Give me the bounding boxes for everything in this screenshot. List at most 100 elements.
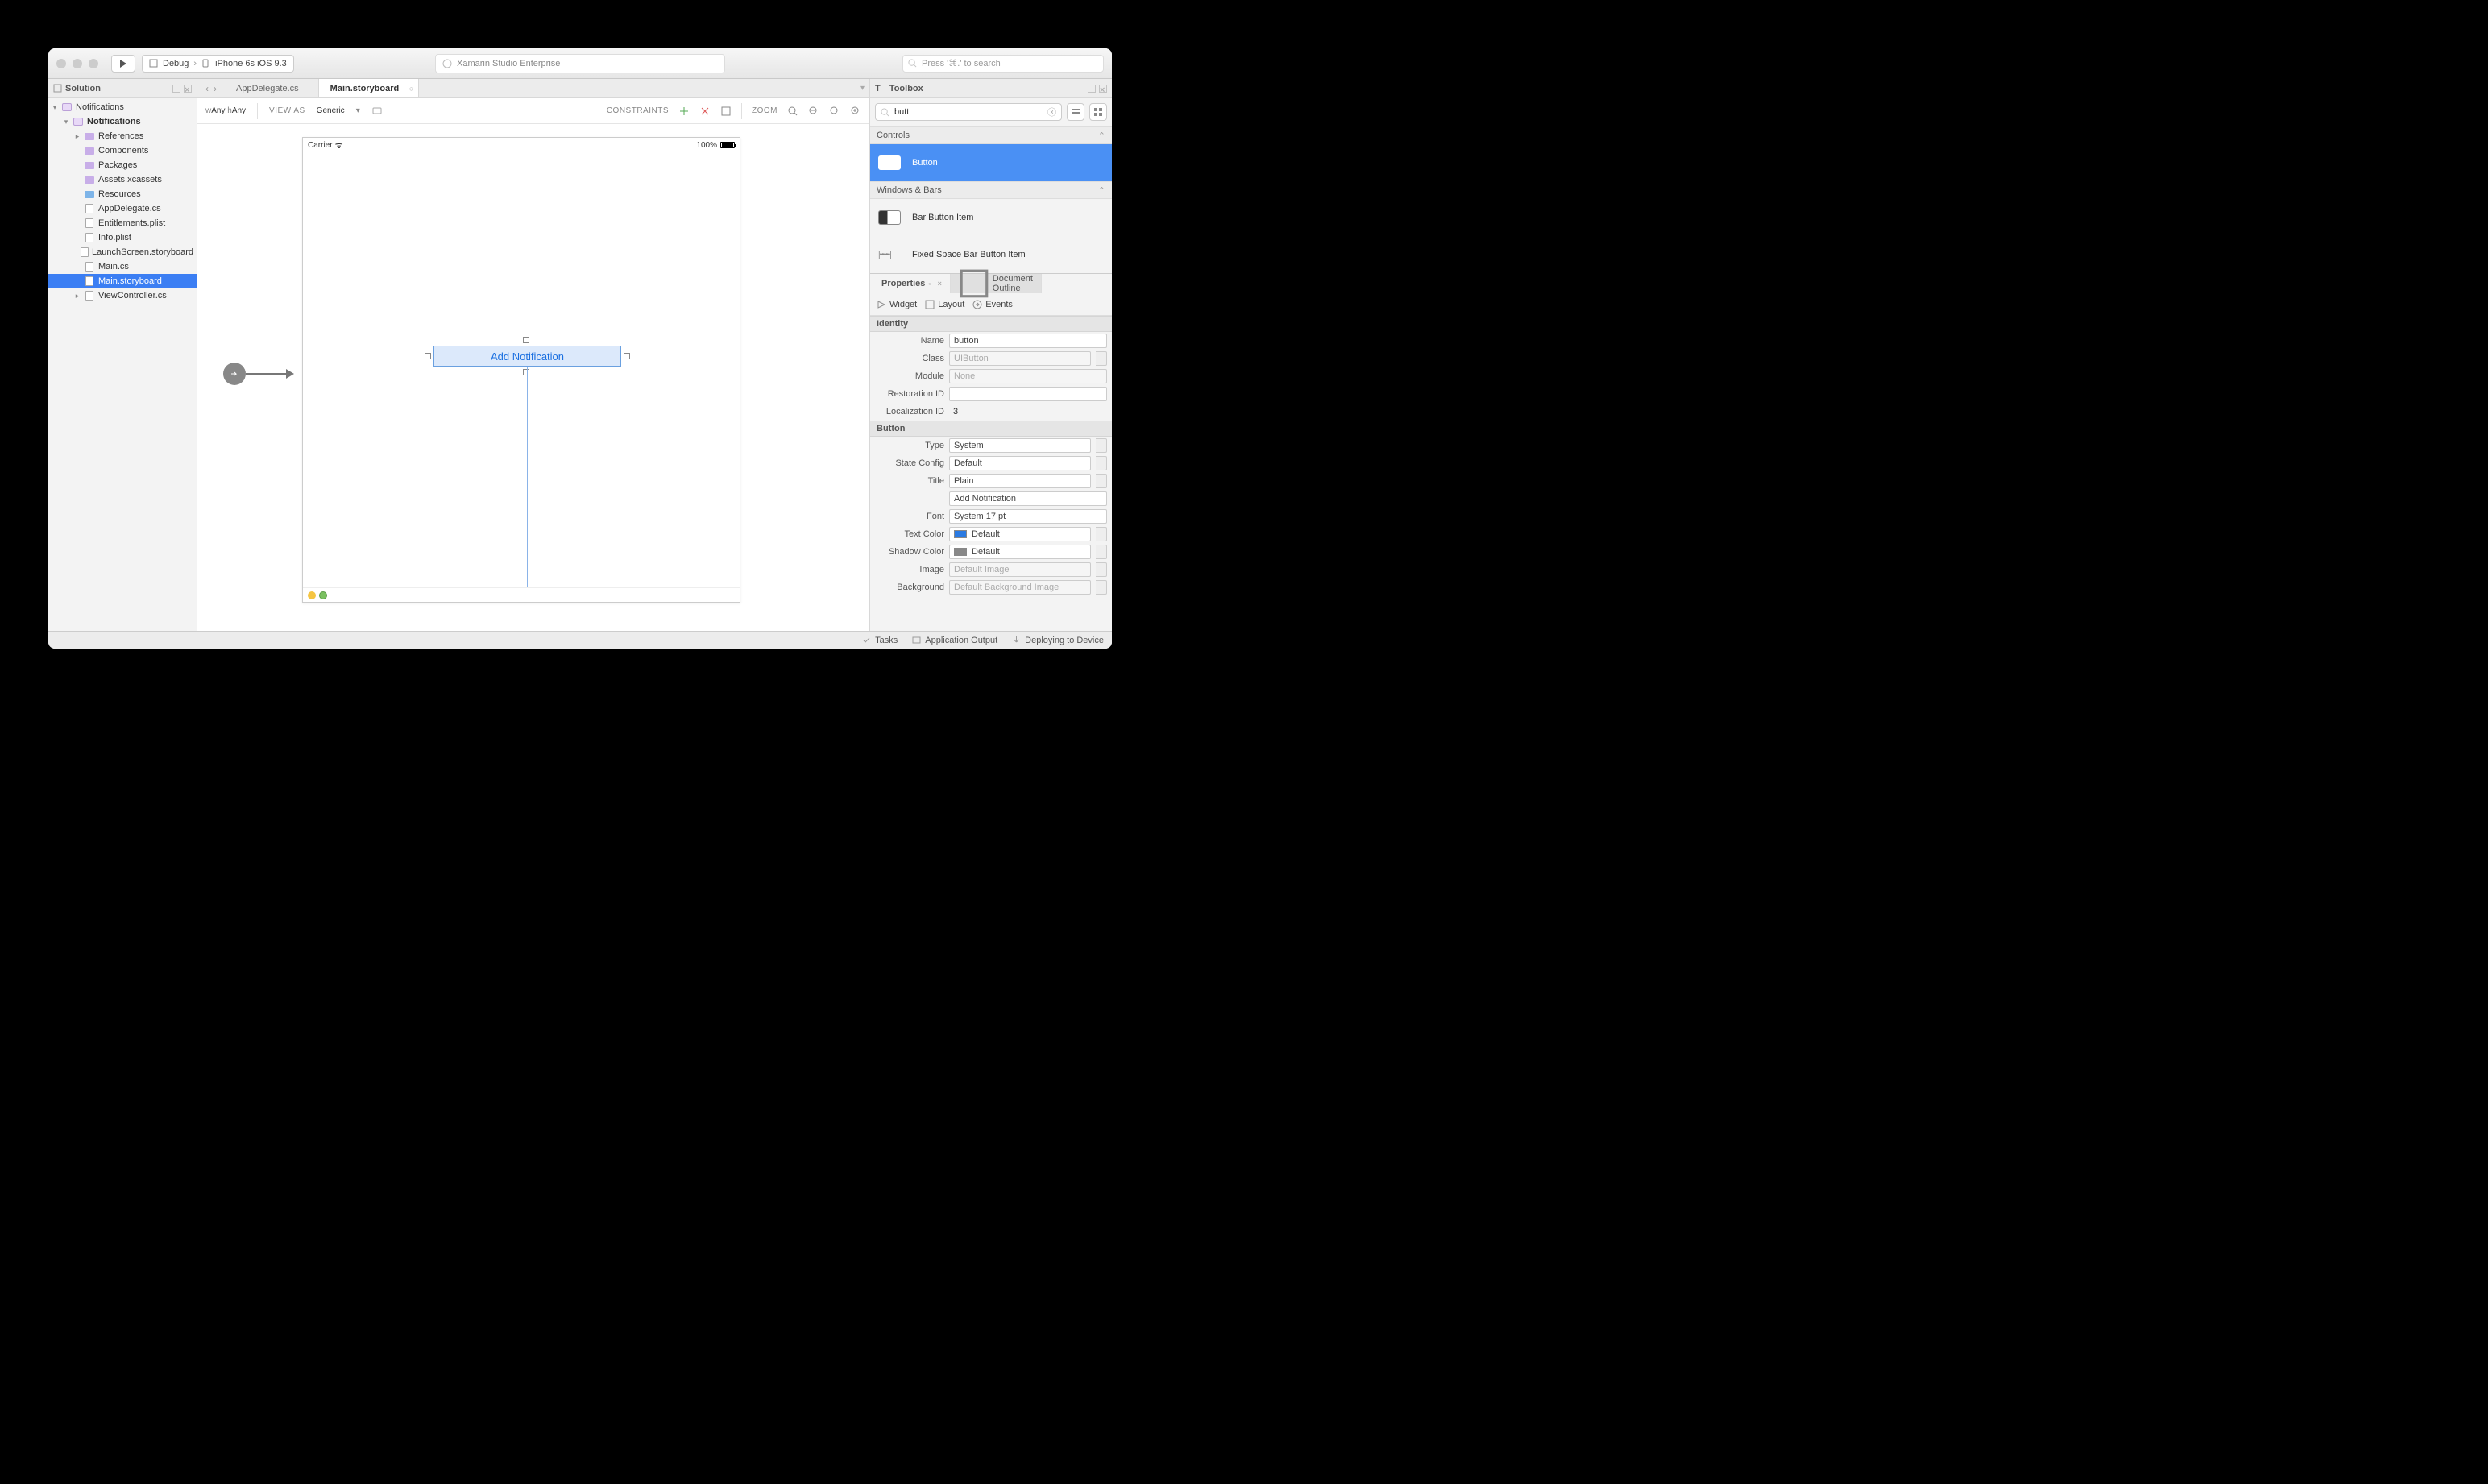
property-value[interactable]: Default [949, 456, 1091, 470]
size-class[interactable]: wAny hAny [205, 106, 246, 115]
property-value[interactable]: Add Notification [949, 491, 1107, 506]
property-value[interactable]: System 17 pt [949, 509, 1107, 524]
property-row: ImageDefault Image [870, 561, 1112, 578]
property-row: Restoration ID [870, 385, 1112, 403]
view-as-selector[interactable]: Generic [317, 106, 345, 115]
property-value[interactable]: System [949, 438, 1091, 453]
right-panel: T Toolbox × butt ⓧ Controls⌃ButtonWindow… [870, 79, 1112, 631]
config-name: Debug [163, 59, 189, 68]
window-controls[interactable] [56, 59, 98, 68]
close-icon[interactable]: ○ [409, 85, 413, 93]
property-value[interactable] [949, 387, 1107, 401]
add-constraint-icon[interactable] [678, 106, 690, 117]
properties-subtabs: Widget Layout Events [870, 293, 1112, 316]
solution-root[interactable]: ▾ Notifications [48, 100, 197, 114]
target-name: iPhone 6s iOS 9.3 [215, 59, 287, 68]
remove-constraint-icon[interactable] [699, 106, 711, 117]
solution-header: Solution × [48, 79, 197, 98]
property-value[interactable]: Default Background Image [949, 580, 1091, 595]
document-outline-tab[interactable]: Document Outline [951, 274, 1042, 293]
tasks-pad-button[interactable]: Tasks [862, 636, 898, 645]
first-responder-icon[interactable] [308, 591, 316, 599]
undock-icon[interactable] [172, 85, 180, 93]
deploy-pad-button[interactable]: Deploying to Device [1012, 636, 1104, 645]
tab-overflow-icon[interactable]: ▾ [860, 84, 865, 93]
exit-icon[interactable] [319, 591, 327, 599]
output-pad-button[interactable]: Application Output [912, 636, 997, 645]
tree-item[interactable]: Main.storyboard [48, 274, 197, 288]
toolbox-item[interactable]: Button [870, 144, 1112, 181]
tree-item[interactable]: ▸References [48, 129, 197, 143]
property-value[interactable]: UIButton [949, 351, 1091, 366]
property-row: FontSystem 17 pt [870, 508, 1112, 525]
property-row: ClassUIButton [870, 350, 1112, 367]
property-value[interactable]: button [949, 334, 1107, 348]
toolbox-item[interactable]: Bar Button Item [870, 199, 1112, 236]
close-icon[interactable]: × [184, 85, 192, 93]
toolbox-item[interactable]: |•••••|Fixed Space Bar Button Item [870, 236, 1112, 273]
search-placeholder: Press '⌘.' to search [922, 58, 1001, 68]
document-tab[interactable]: Main.storyboard○ [319, 79, 420, 97]
undock-icon[interactable] [1088, 85, 1096, 93]
property-value[interactable]: Default Image [949, 562, 1091, 577]
project-node[interactable]: ▾ Notifications [48, 114, 197, 129]
property-row: Text ColorDefault [870, 525, 1112, 543]
titlebar: Debug › iPhone 6s iOS 9.3 Xamarin Studio… [48, 48, 1112, 79]
battery-icon [720, 142, 735, 148]
tree-item[interactable]: Components [48, 143, 197, 158]
zoom-in-icon[interactable] [850, 106, 861, 117]
toolbox-header: T Toolbox × [870, 79, 1112, 98]
property-row: State ConfigDefault [870, 454, 1112, 472]
run-config-selector[interactable]: Debug › iPhone 6s iOS 9.3 [142, 55, 294, 73]
nav-back-forward[interactable]: ‹› [197, 79, 225, 97]
document-tabs: ‹› AppDelegate.csMain.storyboard○ ▾ [197, 79, 869, 98]
zoom-out-icon[interactable] [808, 106, 819, 117]
status-display: Xamarin Studio Enterprise [435, 54, 725, 73]
toolbox-section-header[interactable]: Windows & Bars⌃ [870, 181, 1112, 199]
tree-item[interactable]: Main.cs [48, 259, 197, 274]
property-value[interactable]: None [949, 369, 1107, 383]
selected-button[interactable]: Add Notification [433, 346, 621, 367]
zoom-fit-icon[interactable] [787, 106, 798, 117]
tree-item[interactable]: Assets.xcassets [48, 172, 197, 187]
properties-tab[interactable]: Properties ▫ × [870, 274, 951, 293]
global-search[interactable]: Press '⌘.' to search [902, 55, 1104, 73]
document-tab[interactable]: AppDelegate.cs [225, 79, 319, 97]
solution-tree[interactable]: ▾ Notifications ▾ Notifications ▸Referen… [48, 98, 197, 631]
app-title: Xamarin Studio Enterprise [457, 59, 560, 68]
property-value[interactable]: Default [949, 527, 1091, 541]
orientation-icon[interactable] [371, 106, 383, 117]
search-icon [908, 59, 917, 68]
close-icon[interactable]: × [938, 280, 942, 288]
view-controller[interactable]: Carrier ᯤ 100% Add Notification [302, 137, 740, 603]
zoom-actual-icon[interactable] [829, 106, 840, 117]
entry-point-arrow[interactable] [223, 363, 294, 385]
scene-dock[interactable] [303, 587, 740, 602]
tree-item[interactable]: Resources [48, 187, 197, 201]
tree-item[interactable]: LaunchScreen.storyboard [48, 245, 197, 259]
tree-item[interactable]: AppDelegate.cs [48, 201, 197, 216]
toolbox-compact-view[interactable] [1067, 103, 1084, 121]
wifi-icon: ᯤ [333, 139, 343, 151]
tree-item[interactable]: Packages [48, 158, 197, 172]
tree-item[interactable]: ▸ViewController.cs [48, 288, 197, 303]
run-button[interactable] [111, 55, 135, 73]
property-value[interactable]: Default [949, 545, 1091, 559]
tree-item[interactable]: Entitlements.plist [48, 216, 197, 230]
tree-item[interactable]: Info.plist [48, 230, 197, 245]
widget-subtab[interactable]: Widget [877, 300, 917, 309]
property-value[interactable]: Plain [949, 474, 1091, 488]
toolbox-search-row: butt ⓧ [870, 98, 1112, 126]
undock-icon[interactable]: ▫ [928, 280, 931, 288]
events-subtab[interactable]: Events [972, 300, 1013, 309]
layout-subtab[interactable]: Layout [925, 300, 964, 309]
design-canvas[interactable]: Carrier ᯤ 100% Add Notification [197, 124, 869, 631]
property-section: Button [870, 421, 1112, 437]
toolbox-search-input[interactable]: butt ⓧ [875, 103, 1062, 121]
toolbox-grid-view[interactable] [1089, 103, 1107, 121]
toolbox-section-header[interactable]: Controls⌃ [870, 126, 1112, 144]
clear-icon[interactable]: ⓧ [1047, 106, 1056, 118]
close-icon[interactable]: × [1099, 85, 1107, 93]
frames-icon[interactable] [720, 106, 732, 117]
designer-toolbar: wAny hAny VIEW AS Generic ▾ CONSTRAINTS … [197, 98, 869, 124]
